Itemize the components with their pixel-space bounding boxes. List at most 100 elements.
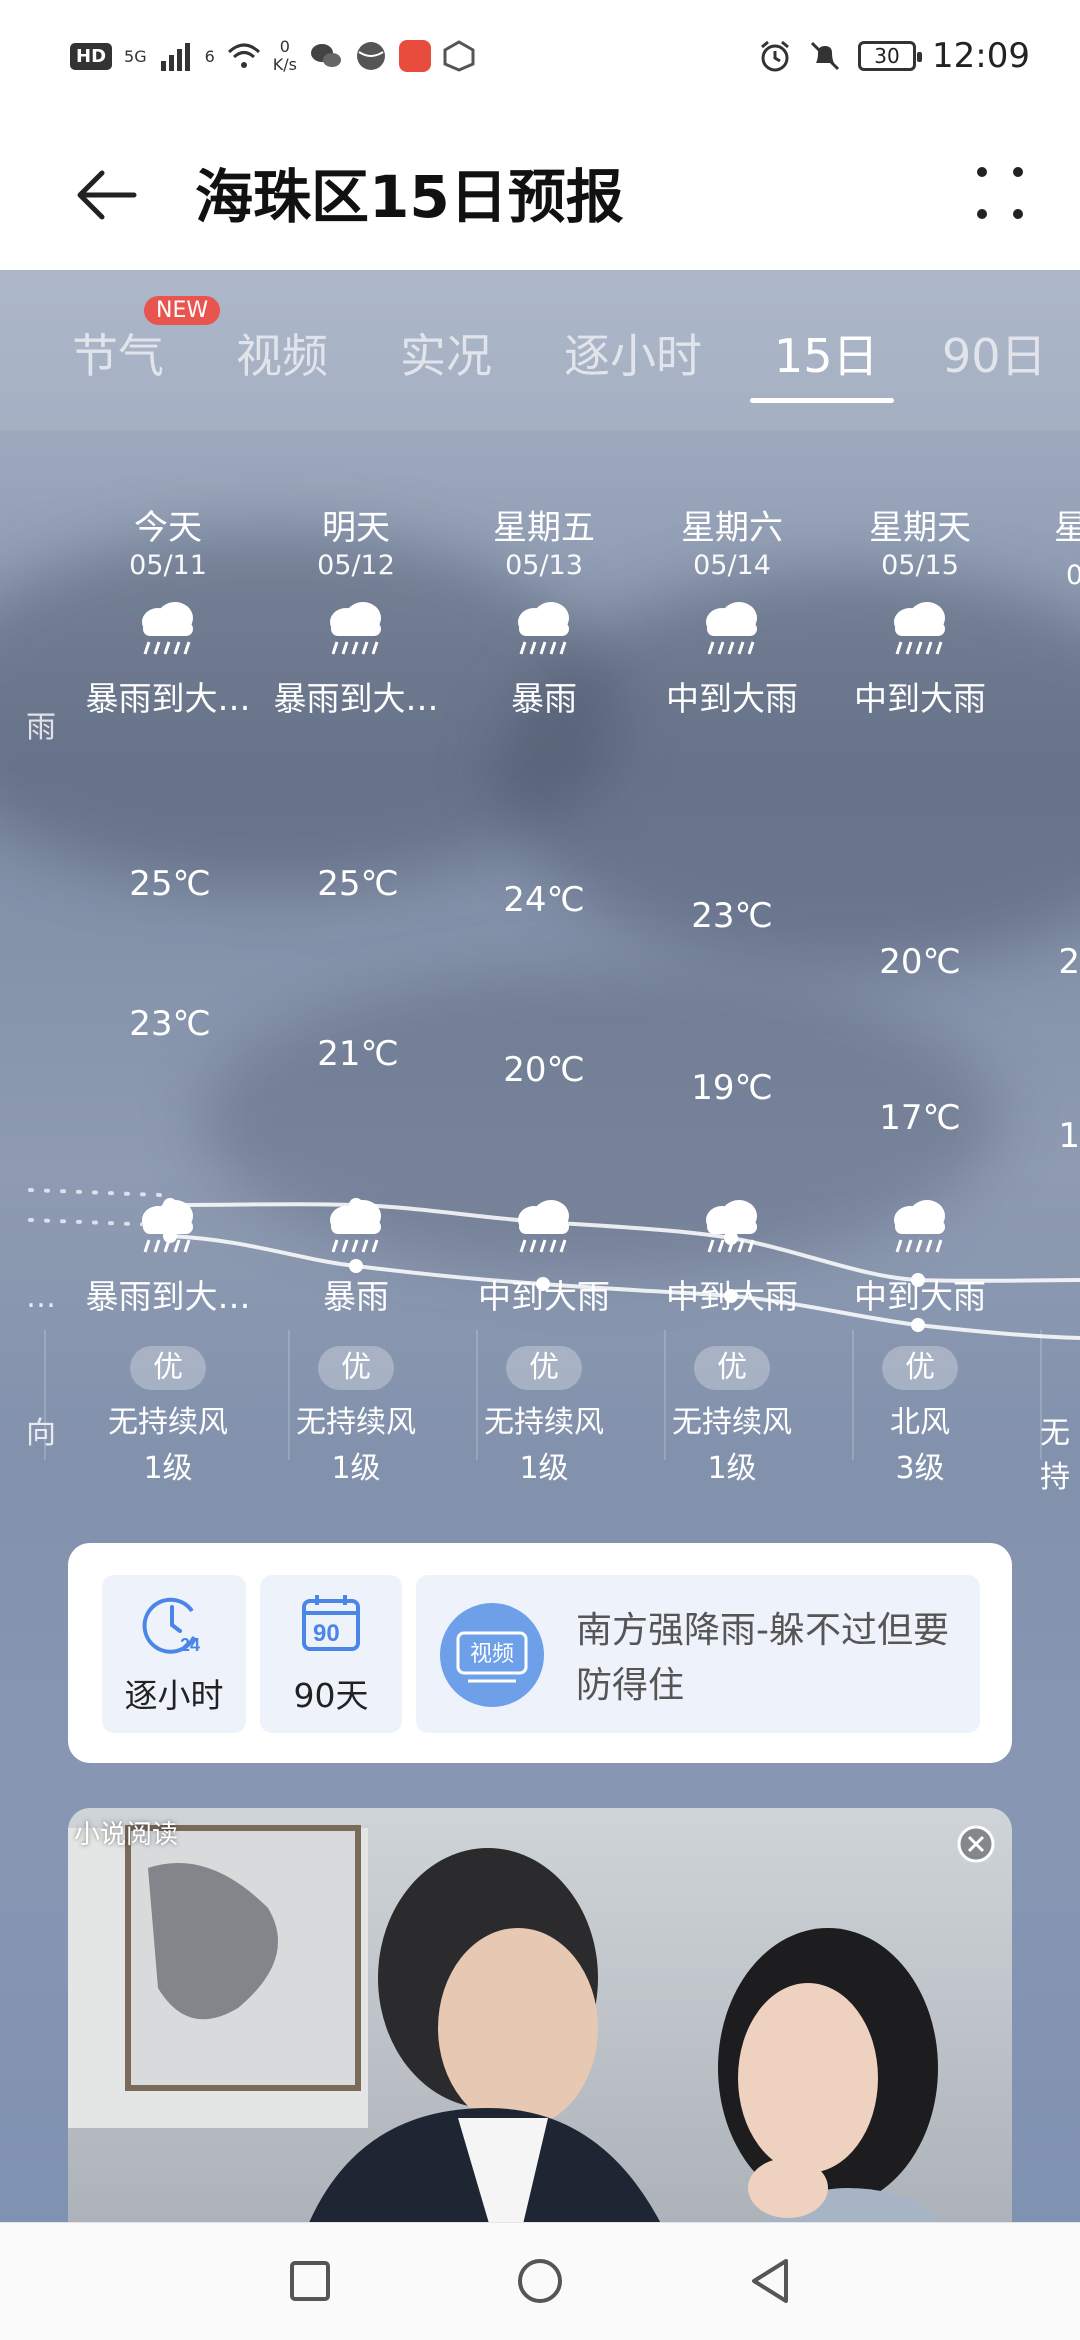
high-temp: 23℃ bbox=[691, 896, 773, 936]
wind-direction: 无持续风 bbox=[484, 1405, 604, 1440]
rain-cloud-icon bbox=[706, 1200, 757, 1253]
day-condition: 暴雨到大… bbox=[85, 679, 251, 718]
high-temp: 24℃ bbox=[503, 880, 585, 920]
video-badge: 视频 bbox=[456, 1631, 528, 1683]
forecast-day-saturday[interactable]: 星期六 05/14 中到大雨 bbox=[642, 500, 822, 720]
alarm-icon bbox=[761, 40, 789, 72]
quick-links-card: 24 逐小时 90 90天 视频 南方强降雨-躲不过但要防得住 bbox=[68, 1543, 1012, 1763]
wind-direction: 无持续风 bbox=[672, 1405, 792, 1440]
partial-left-cond: 雨 bbox=[26, 710, 56, 745]
ad-banner[interactable]: 小说阅读 bbox=[68, 1808, 1012, 2288]
wifi-icon bbox=[227, 43, 260, 68]
day-name: 星期五 bbox=[493, 508, 595, 548]
clock-24-icon: 24 bbox=[142, 1597, 200, 1655]
close-icon[interactable] bbox=[956, 1824, 996, 1864]
tab-video[interactable]: 视频 bbox=[236, 320, 328, 386]
high-temp: 25℃ bbox=[129, 864, 211, 904]
day-name: 明天 bbox=[322, 508, 390, 548]
calendar-90-icon: 90 bbox=[302, 1595, 360, 1651]
day-condition: 中到大雨 bbox=[666, 679, 798, 718]
news-item[interactable]: 视频 南方强降雨-躲不过但要防得住 bbox=[416, 1575, 980, 1733]
wechat-icon bbox=[311, 44, 341, 67]
rain-cloud-icon bbox=[330, 1200, 381, 1253]
forecast-day-friday[interactable]: 星期五 05/13 暴雨 bbox=[454, 500, 634, 720]
hourly-button[interactable]: 24 逐小时 bbox=[102, 1575, 246, 1733]
network-label: 5G bbox=[124, 46, 147, 66]
home-icon[interactable] bbox=[510, 2251, 570, 2311]
low-temp: 17℃ bbox=[879, 1098, 961, 1138]
app-header: 海珠区15日预报 bbox=[0, 120, 1080, 270]
rain-cloud-icon bbox=[142, 1200, 193, 1253]
system-nav-bar bbox=[0, 2222, 1080, 2340]
high-temp: 25℃ bbox=[317, 864, 399, 904]
wind-info: 无持续风 1级 bbox=[454, 1400, 634, 1492]
wind-info: 无持续风 1级 bbox=[266, 1400, 446, 1492]
news-headline: 南方强降雨-躲不过但要防得住 bbox=[576, 1610, 949, 1706]
rain-cloud-icon bbox=[330, 602, 381, 655]
clock: 12:09 bbox=[932, 36, 1030, 76]
90-day-button[interactable]: 90 90天 bbox=[260, 1575, 402, 1733]
forecast-night-saturday[interactable]: 中到大雨 优 无持续风 1级 bbox=[642, 1198, 822, 1492]
wind-level: 1级 bbox=[331, 1451, 381, 1486]
net-speed-value: 0 bbox=[279, 37, 290, 56]
forecast-day-today[interactable]: 今天 05/11 暴雨到大… bbox=[78, 500, 258, 720]
day-name: 今天 bbox=[134, 508, 202, 548]
status-bar: HD 5G 6 0 K/s 30 12:09 bbox=[0, 0, 1080, 120]
rain-cloud-icon bbox=[142, 602, 193, 655]
low-temp: 19℃ bbox=[691, 1068, 773, 1108]
wind-level: 1级 bbox=[143, 1451, 193, 1486]
aqi-badge: 优 bbox=[130, 1346, 206, 1390]
wind-info: 无持续风 1级 bbox=[78, 1400, 258, 1492]
video-badge-text: 视频 bbox=[470, 1642, 514, 1667]
wind-level: 3级 bbox=[895, 1451, 945, 1486]
battery-icon: 30 bbox=[858, 41, 923, 71]
90-day-label: 90天 bbox=[293, 1676, 369, 1715]
partial-right-name: 星 bbox=[1054, 508, 1080, 548]
back-triangle-icon[interactable] bbox=[740, 2251, 800, 2311]
partial-left-wind: 向 bbox=[26, 1416, 56, 1451]
wind-direction: 无持续风 bbox=[296, 1405, 416, 1440]
tab-90-day[interactable]: 90日 bbox=[942, 320, 1047, 386]
night-condition: 暴雨到大… bbox=[85, 1277, 251, 1316]
tab-live[interactable]: 实况 bbox=[400, 320, 492, 386]
forecast-day-sunday[interactable]: 星期天 05/15 中到大雨 bbox=[830, 500, 1010, 720]
forecast-night-sunday[interactable]: 中到大雨 优 北风 3级 bbox=[830, 1198, 1010, 1492]
day-date: 05/11 bbox=[129, 550, 207, 581]
day-date: 05/14 bbox=[693, 550, 771, 581]
low-temp: 21℃ bbox=[317, 1034, 399, 1074]
hourly-label: 逐小时 bbox=[124, 1676, 224, 1715]
wifi-label: 6 bbox=[204, 46, 215, 66]
tab-15-day[interactable]: 15日 bbox=[774, 320, 879, 386]
night-condition: 中到大雨 bbox=[854, 1277, 986, 1316]
rain-cloud-icon bbox=[518, 1200, 569, 1253]
forecast-night-today[interactable]: 暴雨到大… 优 无持续风 1级 bbox=[78, 1198, 258, 1492]
forecast-day-tomorrow[interactable]: 明天 05/12 暴雨到大… bbox=[266, 500, 446, 720]
ad-label: 小说阅读 bbox=[74, 1820, 179, 1850]
day-condition: 暴雨 bbox=[511, 679, 577, 718]
tab-hourly[interactable]: 逐小时 bbox=[564, 320, 702, 386]
hd-badge: HD bbox=[70, 42, 113, 70]
tab-solar-terms[interactable]: 节气 bbox=[72, 320, 164, 386]
night-condition: 中到大雨 bbox=[478, 1277, 610, 1316]
day-condition: 中到大雨 bbox=[854, 679, 986, 718]
video-icon: 视频 bbox=[440, 1603, 544, 1707]
high-temp: 20℃ bbox=[879, 942, 961, 982]
net-speed: 0 K/s bbox=[273, 38, 297, 74]
forecast-night-tomorrow[interactable]: 暴雨 优 无持续风 1级 bbox=[266, 1198, 446, 1492]
tab-bar: 节气 视频 实况 逐小时 15日 90日 NEW bbox=[0, 270, 1080, 430]
rain-cloud-icon bbox=[894, 602, 945, 655]
aqi-badge: 优 bbox=[318, 1346, 394, 1390]
wind-info: 北风 3级 bbox=[830, 1400, 1010, 1492]
clock-24-text: 24 bbox=[180, 1635, 200, 1655]
aqi-badge: 优 bbox=[882, 1346, 958, 1390]
back-arrow-icon[interactable] bbox=[72, 160, 142, 230]
recent-apps-icon[interactable] bbox=[280, 2251, 340, 2311]
more-options-icon[interactable] bbox=[970, 158, 1030, 228]
night-condition: 暴雨 bbox=[323, 1277, 389, 1316]
rain-cloud-icon bbox=[706, 602, 757, 655]
wind-level: 1级 bbox=[519, 1451, 569, 1486]
night-condition: 中到大雨 bbox=[666, 1277, 798, 1316]
partial-right-wind: 无持 bbox=[1040, 1416, 1070, 1495]
partial-right-date: 0 bbox=[1066, 560, 1080, 591]
forecast-night-friday[interactable]: 中到大雨 优 无持续风 1级 bbox=[454, 1198, 634, 1492]
